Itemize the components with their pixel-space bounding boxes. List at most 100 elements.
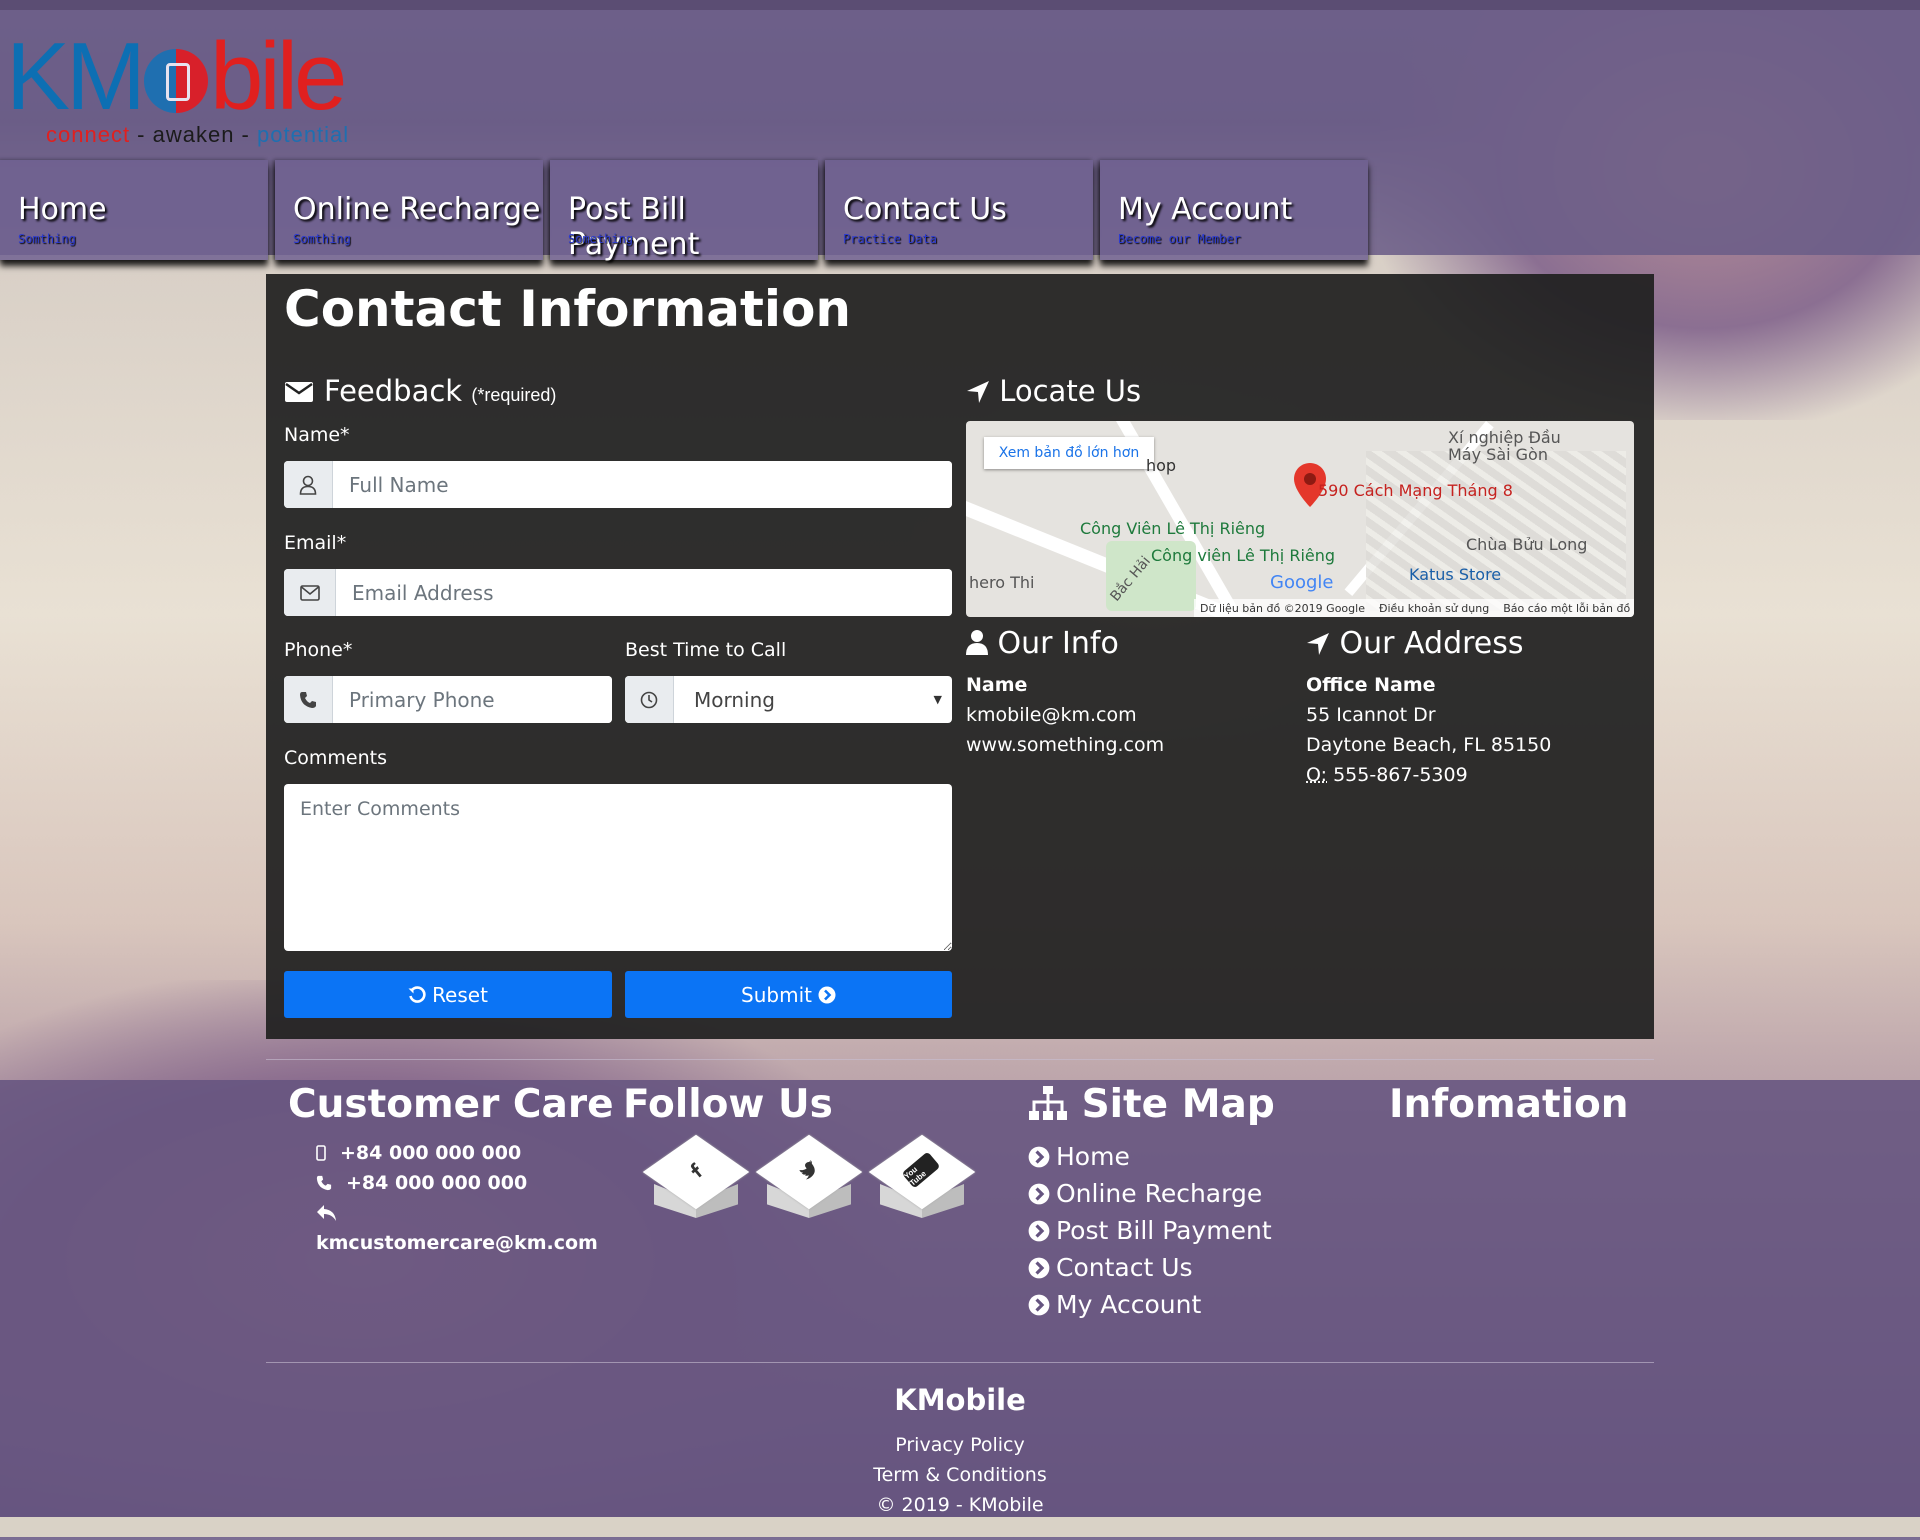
info-email[interactable]: kmobile@km.com xyxy=(966,704,1137,726)
view-larger-map-button[interactable]: Xem bản đồ lớn hơn xyxy=(984,437,1154,469)
kmobile-logo[interactable]: KM bile connect - awaken - potential xyxy=(6,22,466,152)
twitter-button[interactable] xyxy=(763,1140,855,1232)
map-report-link[interactable]: Báo cáo một lỗi bản đồ xyxy=(1503,602,1630,615)
nav-online-recharge[interactable]: Online Recharge Somthing xyxy=(275,160,543,260)
chevron-circle-right-icon xyxy=(1028,1220,1050,1242)
sitemap-link-contact-us[interactable]: Contact Us xyxy=(1028,1253,1193,1282)
site-footer: Customer Care +84 000 000 000 +84 000 00… xyxy=(0,1080,1920,1517)
our-address-title: Our Address xyxy=(1340,626,1524,661)
nav-my-account[interactable]: My Account Become our Member xyxy=(1100,160,1368,260)
reset-label: Reset xyxy=(432,983,488,1007)
page-title: Contact Information xyxy=(284,280,851,338)
address-phone-prefix: O: xyxy=(1306,764,1327,786)
mobile-icon xyxy=(316,1145,326,1161)
best-time-select[interactable]: Morning ▼ xyxy=(674,676,952,723)
comments-textarea[interactable] xyxy=(284,784,952,951)
tagline-potential: potential xyxy=(257,122,349,147)
logo-phone-icon xyxy=(144,49,208,113)
phone-field-group xyxy=(284,676,612,723)
our-address-heading: Our Address xyxy=(1306,626,1524,661)
sitemap-link-label: Contact Us xyxy=(1056,1253,1193,1282)
name-input[interactable] xyxy=(333,461,952,508)
best-time-label: Best Time to Call xyxy=(625,639,786,661)
nav-post-bill-payment[interactable]: Post Bill Payment Something xyxy=(550,160,818,260)
nav-post-bill-title: Post Bill Payment xyxy=(568,192,818,262)
map-label-hero: hero Thi xyxy=(969,573,1034,592)
background-watermark xyxy=(1660,1430,1920,1510)
undo-icon xyxy=(408,986,426,1004)
submit-button[interactable]: Submit xyxy=(625,971,952,1018)
best-time-field-group: Morning ▼ xyxy=(625,676,952,723)
top-strip xyxy=(0,0,1920,10)
customer-care-email[interactable]: kmcustomercare@km.com xyxy=(316,1232,598,1254)
clock-icon xyxy=(625,676,674,723)
information-title: Infomation xyxy=(1389,1082,1629,1127)
footer-brand: KMobile xyxy=(0,1383,1920,1417)
chevron-down-icon: ▼ xyxy=(934,693,942,706)
nav-online-recharge-subtitle: Somthing xyxy=(293,232,351,246)
map-label-park-2: Công viên Lê Thị Riêng xyxy=(1151,546,1335,565)
map-terms-link[interactable]: Điều khoản sử dụng xyxy=(1379,602,1489,615)
envelope-icon xyxy=(284,569,336,616)
phone-icon xyxy=(316,1175,332,1191)
divider xyxy=(266,1059,1654,1060)
chevron-circle-right-icon xyxy=(818,986,836,1004)
reply-icon xyxy=(316,1204,338,1222)
sitemap-link-label: Post Bill Payment xyxy=(1056,1216,1272,1245)
sitemap-link-my-account[interactable]: My Account xyxy=(1028,1290,1201,1319)
copyright: © 2019 - KMobile xyxy=(0,1494,1920,1516)
feedback-title: Feedback xyxy=(324,374,462,408)
logo-wordmark: KM bile xyxy=(6,22,343,132)
youtube-button[interactable]: You Tube xyxy=(876,1140,968,1232)
google-map-embed[interactable]: Xem bản đồ lớn hơn hop Xí nghiệp Đầu Máy… xyxy=(966,421,1634,617)
site-header: KM bile connect - awaken - potential Home… xyxy=(0,10,1920,255)
nav-home[interactable]: Home Somthing xyxy=(0,160,268,260)
facebook-button[interactable] xyxy=(650,1140,742,1232)
info-website[interactable]: www.something.com xyxy=(966,734,1164,756)
tagline-connect: connect xyxy=(46,122,130,147)
logo-km: KM xyxy=(6,23,142,130)
site-map-heading: Site Map xyxy=(1028,1082,1275,1127)
sitemap-link-post-bill-payment[interactable]: Post Bill Payment xyxy=(1028,1216,1272,1245)
name-field-group xyxy=(284,461,952,508)
phone-input[interactable] xyxy=(333,676,612,723)
sitemap-link-label: Online Recharge xyxy=(1056,1179,1262,1208)
address-office: Office Name xyxy=(1306,674,1436,696)
user-icon xyxy=(284,461,333,508)
locate-us-title: Locate Us xyxy=(999,374,1141,408)
customer-care-phone: +84 000 000 000 xyxy=(316,1172,527,1194)
location-arrow-icon xyxy=(966,380,990,404)
sitemap-link-online-recharge[interactable]: Online Recharge xyxy=(1028,1179,1262,1208)
logo-bile: bile xyxy=(210,23,343,130)
phone-icon xyxy=(284,676,333,723)
nav-post-bill-subtitle: Something xyxy=(568,232,633,246)
feedback-heading: Feedback (*required) xyxy=(284,374,556,408)
our-info-heading: Our Info xyxy=(966,626,1119,661)
reset-button[interactable]: Reset xyxy=(284,971,612,1018)
sitemap-link-label: Home xyxy=(1056,1142,1130,1171)
envelope-icon xyxy=(284,381,314,403)
tagline-awaken: - awaken - xyxy=(130,122,257,147)
nav-my-account-title: My Account xyxy=(1118,192,1292,227)
nav-contact-us[interactable]: Contact Us Practice Data xyxy=(825,160,1093,260)
email-input[interactable] xyxy=(336,569,952,616)
mobile-number: +84 000 000 000 xyxy=(340,1142,521,1164)
contact-panel: Contact Information Feedback (*required)… xyxy=(266,274,1654,1039)
info-name: Name xyxy=(966,674,1027,696)
sitemap-link-home[interactable]: Home xyxy=(1028,1142,1130,1171)
terms-link[interactable]: Term & Conditions xyxy=(873,1464,1047,1486)
main-nav: Home Somthing Online Recharge Somthing P… xyxy=(0,160,1375,260)
customer-care-mobile: +84 000 000 000 xyxy=(316,1142,521,1164)
privacy-policy-link[interactable]: Privacy Policy xyxy=(895,1434,1024,1456)
map-data-credit: Dữ liệu bản đồ ©2019 Google xyxy=(1200,602,1365,615)
address-street: 55 Icannot Dr xyxy=(1306,704,1436,726)
nav-home-title: Home xyxy=(18,192,107,227)
email-field-group xyxy=(284,569,952,616)
location-arrow-icon xyxy=(1306,632,1330,656)
locate-us-heading: Locate Us xyxy=(966,374,1141,408)
address-phone: O: 555-867-5309 xyxy=(1306,764,1468,786)
chevron-circle-right-icon xyxy=(1028,1257,1050,1279)
map-attribution: Dữ liệu bản đồ ©2019 Google Điều khoản s… xyxy=(1194,599,1634,617)
chevron-circle-right-icon xyxy=(1028,1294,1050,1316)
comments-label: Comments xyxy=(284,747,387,769)
